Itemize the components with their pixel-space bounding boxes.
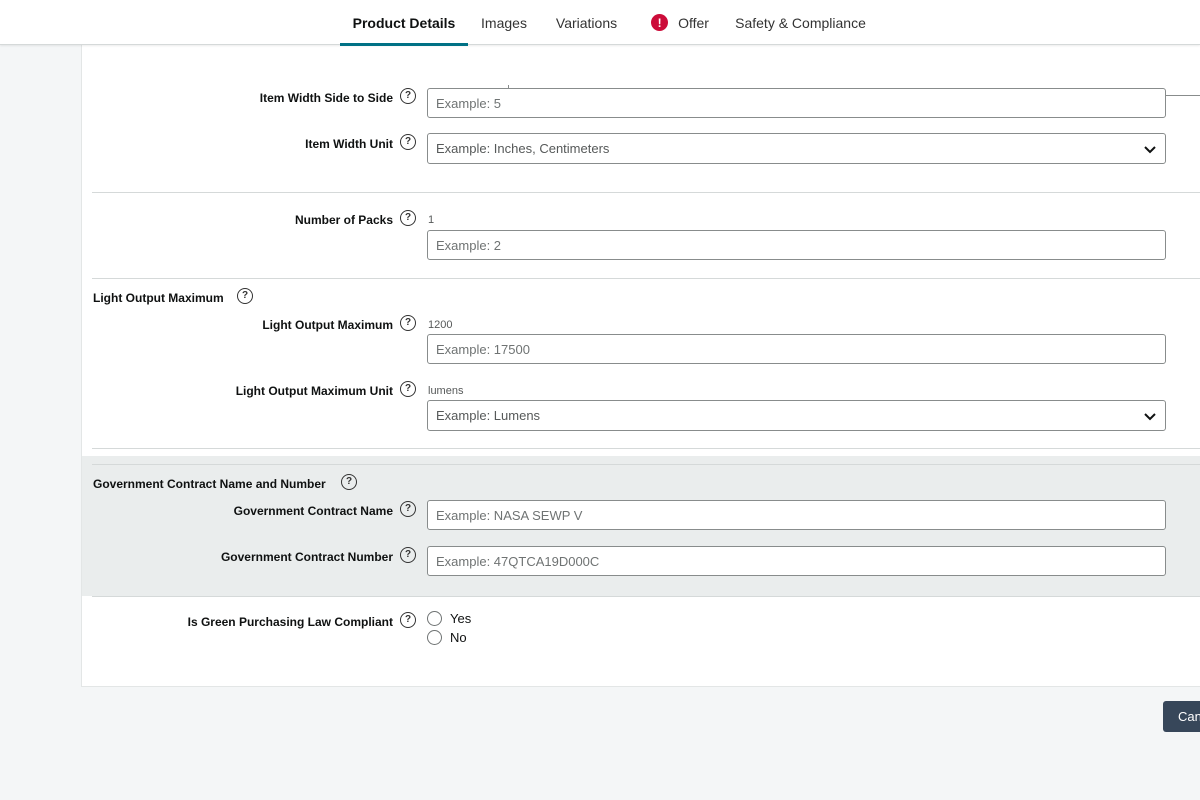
- question-circle-icon[interactable]: ?: [400, 501, 416, 517]
- tab-label: Safety & Compliance: [735, 14, 866, 31]
- tab-offer[interactable]: ! Offer: [640, 0, 720, 45]
- light-output-unit-select[interactable]: Example: Lumens: [427, 400, 1166, 431]
- green-purchasing-label: Is Green Purchasing Law Compliant: [187, 615, 393, 629]
- divider: [92, 448, 1200, 449]
- radio-circle[interactable]: [427, 611, 442, 626]
- light-output-max-label: Light Output Maximum: [262, 318, 393, 332]
- item-width-input[interactable]: [427, 88, 1166, 118]
- tab-label: Product Details: [352, 14, 456, 31]
- light-output-unit-label: Light Output Maximum Unit: [235, 384, 393, 398]
- tab-product-details[interactable]: Product Details: [340, 0, 468, 46]
- divider: [92, 278, 1200, 279]
- gov-contract-number-input[interactable]: [427, 546, 1166, 576]
- gov-contract-group-label: Government Contract Name and Number: [93, 477, 326, 491]
- divider: [92, 464, 1200, 465]
- question-circle-icon[interactable]: ?: [400, 381, 416, 397]
- current-value: 1200: [428, 319, 453, 331]
- chevron-down-icon: [1144, 146, 1156, 154]
- cancel-button[interactable]: Can: [1163, 701, 1200, 732]
- radio-label: No: [450, 630, 467, 645]
- gov-contract-name-input[interactable]: [427, 500, 1166, 530]
- alert-icon: !: [651, 14, 669, 31]
- number-of-packs-label: Number of Packs: [294, 213, 393, 227]
- tab-bar: Product Details Images Variations ! Offe…: [0, 0, 1200, 46]
- question-circle-icon[interactable]: ?: [400, 612, 416, 628]
- gov-contract-name-label: Government Contract Name: [233, 504, 393, 518]
- question-circle-icon[interactable]: ?: [400, 134, 416, 150]
- divider: [92, 192, 1200, 193]
- select-placeholder: Example: Lumens: [436, 408, 541, 423]
- question-circle-icon[interactable]: ?: [400, 210, 416, 226]
- divider: [92, 596, 1200, 597]
- question-circle-icon[interactable]: ?: [400, 88, 416, 104]
- radio-label: Yes: [450, 611, 472, 626]
- question-circle-icon[interactable]: ?: [400, 315, 416, 331]
- tab-images[interactable]: Images: [470, 0, 538, 45]
- select-placeholder: Example: Inches, Centimeters: [436, 141, 610, 156]
- number-of-packs-input[interactable]: [427, 230, 1166, 260]
- radio-circle[interactable]: [427, 630, 442, 645]
- radio-yes[interactable]: Yes: [427, 611, 471, 626]
- item-width-unit-label: Item Width Unit: [305, 137, 393, 151]
- cancel-label: Can: [1178, 709, 1200, 724]
- item-width-label: Item Width Side to Side: [259, 91, 393, 105]
- tab-variations[interactable]: Variations: [545, 0, 628, 45]
- tab-label: Variations: [555, 14, 618, 31]
- question-circle-icon[interactable]: ?: [341, 474, 357, 490]
- item-width-unit-select[interactable]: Example: Inches, Centimeters: [427, 133, 1166, 164]
- light-output-max-input[interactable]: [427, 334, 1166, 364]
- radio-no[interactable]: No: [427, 630, 467, 645]
- form-panel: Item Width Side to Side ? Item Width Uni…: [81, 45, 1200, 687]
- tab-label: Images: [481, 14, 527, 31]
- light-output-group-label: Light Output Maximum: [93, 291, 224, 305]
- tab-safety-compliance[interactable]: Safety & Compliance: [728, 0, 873, 45]
- gov-contract-number-label: Government Contract Number: [220, 550, 393, 564]
- tab-label: Offer: [678, 14, 709, 31]
- question-circle-icon[interactable]: ?: [237, 288, 253, 304]
- question-circle-icon[interactable]: ?: [400, 547, 416, 563]
- current-value: lumens: [428, 385, 464, 397]
- current-value: 1: [428, 214, 435, 226]
- chevron-down-icon: [1144, 413, 1156, 421]
